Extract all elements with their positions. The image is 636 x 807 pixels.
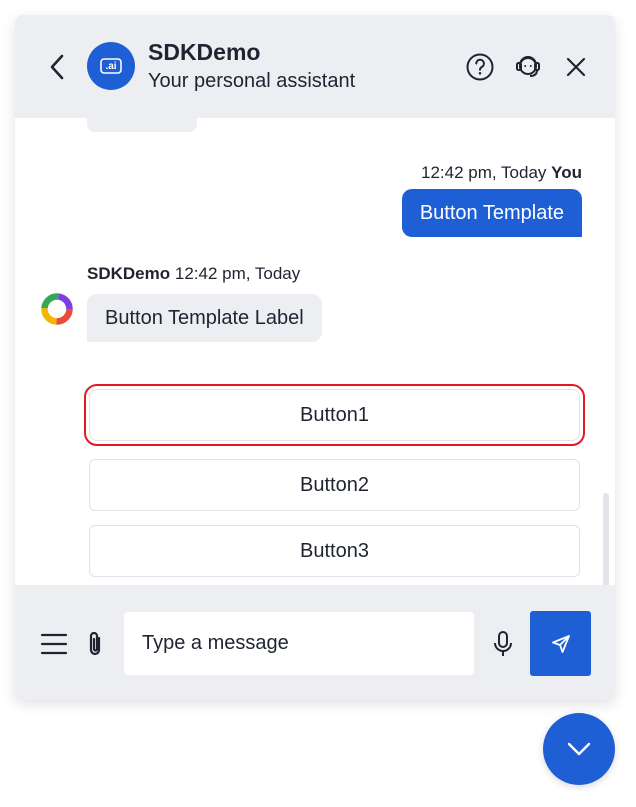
voice-button[interactable] xyxy=(491,629,515,659)
bot-name: SDKDemo xyxy=(148,39,261,65)
message-list[interactable]: 12:42 pm, Today You Button Template SDKD… xyxy=(15,118,615,585)
user-message-time: 12:42 pm, Today xyxy=(421,163,547,182)
paperclip-icon xyxy=(89,631,101,656)
composer-bar xyxy=(15,585,615,700)
attach-button[interactable] xyxy=(83,629,107,659)
message-scrollbar[interactable] xyxy=(603,493,609,585)
template-button-2[interactable]: Button2 xyxy=(89,459,580,511)
bot-brand-logo-icon xyxy=(41,293,73,325)
chat-window: .ai SDKDemo Your personal assistant 12:4… xyxy=(15,15,615,700)
previous-message-bubble xyxy=(87,118,197,132)
bot-avatar: .ai xyxy=(87,42,135,90)
user-message-bubble: Button Template xyxy=(401,189,582,237)
microphone-icon xyxy=(494,631,512,656)
bot-message-bubble: Button Template Label xyxy=(87,294,322,342)
help-circle-icon xyxy=(466,53,494,81)
close-button[interactable] xyxy=(561,52,591,82)
scroll-down-button[interactable] xyxy=(543,713,615,785)
template-button-3[interactable]: Button3 xyxy=(89,525,580,577)
agent-headset-icon xyxy=(516,56,540,77)
agent-button[interactable] xyxy=(513,52,543,82)
help-button[interactable] xyxy=(465,52,495,82)
bot-message-meta: SDKDemo 12:42 pm, Today xyxy=(87,264,300,284)
send-icon xyxy=(551,634,570,653)
message-input[interactable] xyxy=(124,612,474,675)
bot-subtitle: Your personal assistant xyxy=(148,70,356,92)
close-icon xyxy=(566,57,586,77)
user-message-sender: You xyxy=(551,163,582,182)
bot-message-time: 12:42 pm, Today xyxy=(174,264,301,283)
menu-icon xyxy=(40,633,68,655)
back-button[interactable] xyxy=(45,53,69,81)
bot-message-sender: SDKDemo xyxy=(87,264,171,283)
user-message-meta: 12:42 pm, Today You xyxy=(421,163,582,183)
send-button[interactable] xyxy=(530,611,591,676)
chevron-left-icon xyxy=(50,54,64,80)
bot-avatar-text: .ai xyxy=(105,60,117,72)
chevron-down-icon xyxy=(567,742,591,756)
chat-header: .ai SDKDemo Your personal assistant xyxy=(15,15,615,118)
menu-button[interactable] xyxy=(39,629,69,659)
template-button-1[interactable]: Button1 xyxy=(84,384,585,446)
